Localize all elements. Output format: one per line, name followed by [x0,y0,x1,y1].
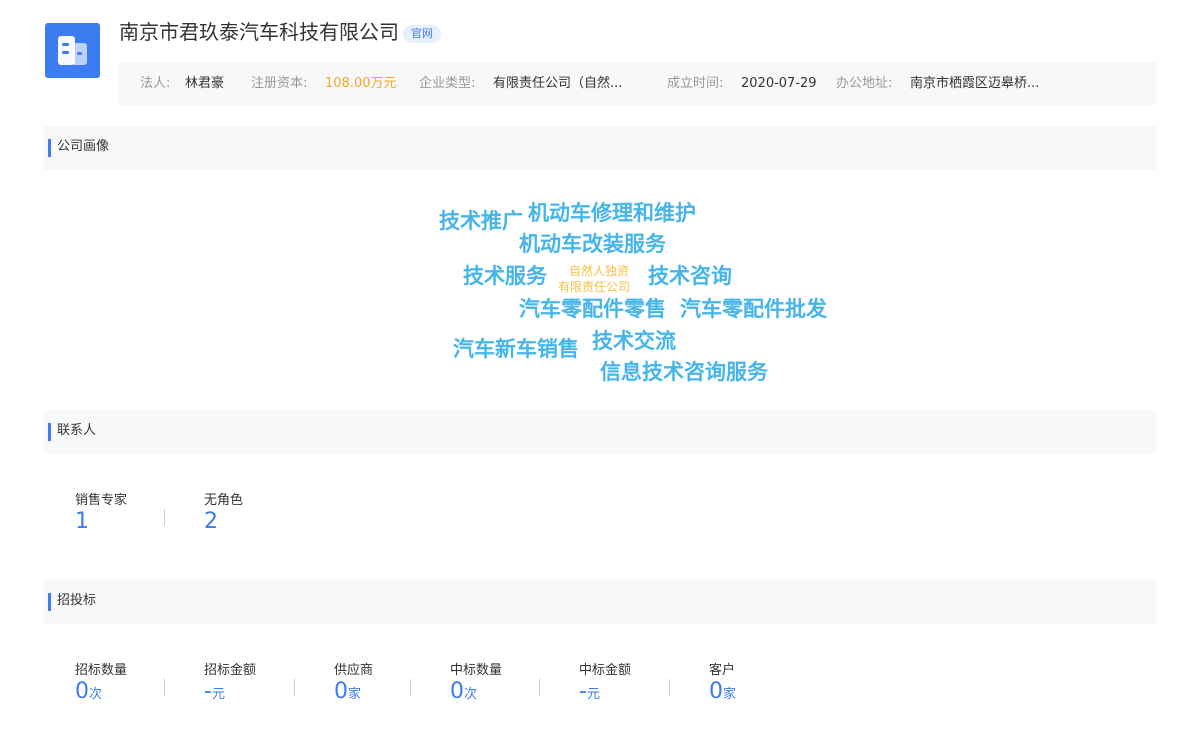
divider [539,679,540,696]
section-contacts: 联系人 [44,410,1156,454]
capital-label: 注册资本: [251,76,308,91]
company-type-label: 企业类型: [419,76,476,91]
section-bidding: 招投标 [44,580,1156,624]
cloud-word[interactable]: 技术推广 [439,209,523,233]
stat-number: - [204,679,212,704]
cloud-word[interactable]: 技术服务 [463,264,547,288]
stat-number: 0 [450,679,464,704]
cloud-word[interactable]: 汽车零配件零售 [519,297,666,321]
stat-unit: 元 [211,687,225,702]
divider [669,679,670,696]
stat-unit: 次 [464,687,478,702]
cloud-word[interactable]: 汽车新车销售 [453,337,579,361]
stat-label: 招标金额 [204,663,257,678]
stat-label: 销售专家 [75,493,128,508]
stat-number: 0 [75,679,89,704]
stat-label: 供应商 [334,663,374,678]
company-name: 南京市君玖泰汽车科技有限公司 [119,20,399,44]
cloud-word-small[interactable]: 有限责任公司 [558,280,630,294]
legal-person-label: 法人: [140,76,171,91]
bidding-stat[interactable]: 中标数量 0次 [450,662,502,707]
legal-person-value[interactable]: 林君豪 [185,62,224,105]
stat-value: -元 [204,680,256,707]
divider [164,509,165,526]
section-title: 招投标 [57,593,97,608]
bidding-stat[interactable]: 招标数量 0次 [75,662,127,707]
cloud-word[interactable]: 技术交流 [592,329,676,353]
company-info-bar: 法人: 林君豪 注册资本: 108.00万元 企业类型: 有限责任公司（自然..… [119,62,1156,105]
stat-value: 0次 [75,680,127,707]
stat-number: - [579,679,587,704]
cloud-word[interactable]: 信息技术咨询服务 [600,360,768,384]
stat-label: 招标数量 [75,663,128,678]
bidding-stat[interactable]: 招标金额 -元 [204,662,256,707]
section-accent-bar [48,139,51,157]
bidding-stat[interactable]: 中标金额 -元 [579,662,631,707]
address-value: 南京市栖霞区迈皋桥... [910,76,1040,91]
founded-label: 成立时间: [667,76,724,91]
section-accent-bar [48,423,51,441]
founded-value: 2020-07-29 [741,76,817,91]
address-label: 办公地址: [836,76,893,91]
word-cloud: 技术推广 机动车修理和维护 机动车改装服务 技术服务 技术咨询 汽车零配件零售 … [0,0,1200,752]
divider [294,679,295,696]
stat-value: 0家 [709,680,736,707]
stat-label: 中标数量 [450,663,503,678]
stat-label: 中标金额 [579,663,632,678]
section-company-portrait: 公司画像 [44,126,1156,170]
stat-number: 0 [334,679,348,704]
cloud-word[interactable]: 机动车修理和维护 [528,201,696,225]
divider [164,679,165,696]
divider [410,679,411,696]
cloud-word[interactable]: 汽车零配件批发 [680,297,827,321]
cloud-word[interactable]: 技术咨询 [648,264,732,288]
cloud-word[interactable]: 机动车改装服务 [519,232,666,256]
stat-label: 无角色 [204,493,244,508]
stat-value: 1 [75,509,89,534]
capital-value: 108.00万元 [325,76,397,91]
stat-value: -元 [579,680,631,707]
stat-unit: 家 [723,687,737,702]
contact-stat[interactable]: 无角色 2 [204,492,243,534]
section-title: 联系人 [57,423,97,438]
cloud-word-small[interactable]: 自然人独资 [569,264,629,278]
bidding-stat[interactable]: 供应商 0家 [334,662,373,707]
section-accent-bar [48,593,51,611]
contact-stat[interactable]: 销售专家 1 [75,492,127,534]
stat-value: 0次 [450,680,502,707]
building-icon [58,36,87,65]
section-title: 公司画像 [57,139,110,154]
stat-unit: 家 [348,687,362,702]
stat-unit: 次 [89,687,103,702]
stat-value: 2 [204,509,218,534]
bidding-stat[interactable]: 客户 0家 [709,662,736,707]
stat-unit: 元 [586,687,600,702]
company-type-value: 有限责任公司（自然... [493,76,623,91]
stat-value: 0家 [334,680,373,707]
company-logo [45,23,100,78]
stat-label: 客户 [709,663,736,678]
stat-number: 0 [709,679,723,704]
official-site-link[interactable]: 官网 [403,25,441,43]
